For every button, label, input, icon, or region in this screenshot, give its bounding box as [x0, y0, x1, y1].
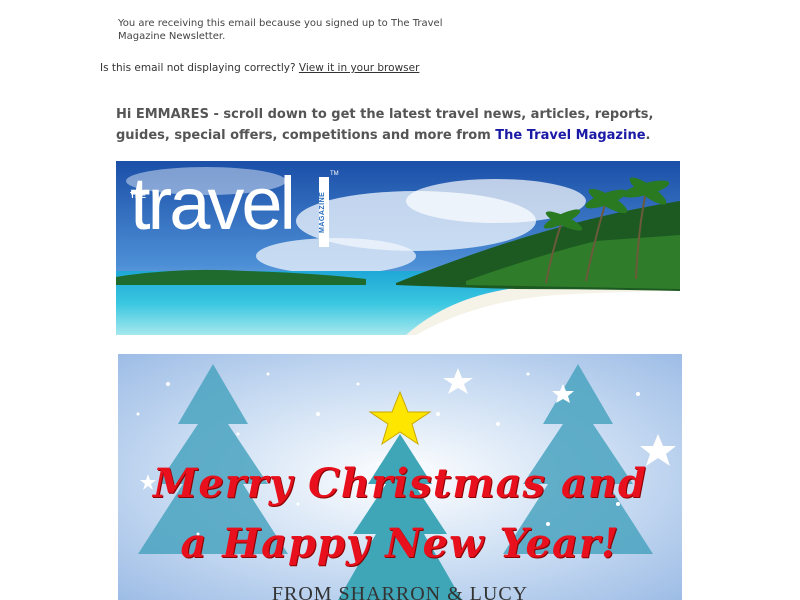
- intro-greeting: Hi EMMARES - scroll down to get the late…: [116, 104, 656, 146]
- intro-period: .: [645, 128, 651, 143]
- logo-magazine-text: MAGAZINE: [319, 177, 329, 247]
- brand-link[interactable]: The Travel Magazine: [495, 128, 645, 143]
- display-notice-text: Is this email not displaying correctly?: [100, 62, 296, 74]
- greeting-signature: FROM SHARRON & LUCY: [271, 583, 529, 600]
- merry-christmas-text: Merry Christmas and: [153, 460, 647, 507]
- subscription-notice: You are receiving this email because you…: [118, 18, 443, 42]
- travel-logo: travel: [130, 162, 296, 245]
- christmas-greeting-image[interactable]: Merry Christmas and a Happy New Year! FR…: [118, 354, 682, 600]
- display-notice: Is this email not displaying correctly? …: [100, 62, 419, 74]
- view-in-browser-link[interactable]: View it in your browser: [299, 62, 420, 74]
- logo-tm-mark: TM: [330, 171, 339, 177]
- travel-banner[interactable]: THE travel MAGAZINE TM: [116, 161, 680, 335]
- happy-new-year-text: a Happy New Year!: [180, 520, 620, 567]
